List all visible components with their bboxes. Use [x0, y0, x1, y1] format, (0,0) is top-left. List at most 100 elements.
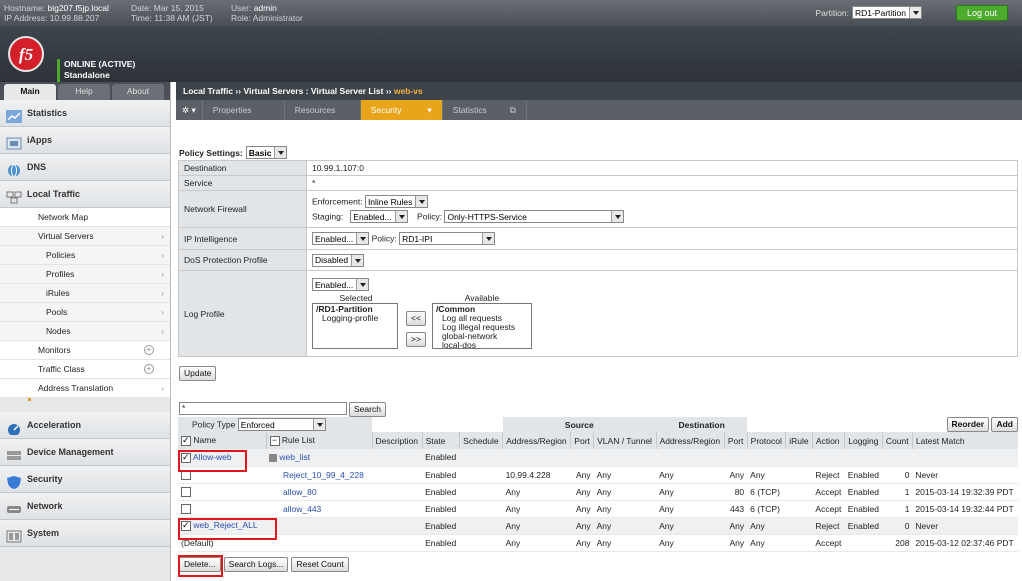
rules-body: Allow-web web_listEnabled Reject_10_99_4…	[178, 449, 1018, 552]
ipi-policy-value: RD1-IPI	[402, 233, 433, 244]
ipi-policy-select[interactable]: RD1-IPI	[399, 232, 496, 245]
sidebar-item-acceleration[interactable]: Acceleration	[0, 412, 170, 439]
table-row[interactable]: allow_80 Enabled Any Any Any Any 80 6 (TCP) Acce…	[178, 483, 1018, 501]
shield-icon	[6, 473, 22, 489]
col-rule-list[interactable]: − Rule List	[266, 432, 373, 449]
list-item[interactable]: Logging-profile	[316, 314, 394, 323]
sidebar-item-pools[interactable]: Pools ›	[0, 303, 170, 322]
col-dst-address[interactable]: Address/Region	[656, 432, 725, 449]
row-checkbox[interactable]	[181, 503, 191, 514]
sidebar-item-virtual-servers[interactable]: Virtual Servers ›	[0, 227, 170, 246]
update-button[interactable]: Update	[179, 366, 217, 381]
col-state[interactable]: State	[422, 432, 461, 449]
list-item[interactable]: local-dos	[436, 341, 528, 350]
col-src-port[interactable]: Port	[570, 432, 595, 449]
policy-settings-label: Policy Settings:	[179, 147, 243, 158]
table-row[interactable]: web_Reject_ALLEnabledAnyAnyAnyAnyAnyAnyR…	[178, 517, 1018, 535]
sidebar-item-address-translation[interactable]: Address Translation ›	[0, 379, 170, 398]
sidebar-item-network[interactable]: Network	[0, 493, 170, 520]
partition-value: RD1-Partition	[854, 7, 906, 18]
logout-button[interactable]: Log out	[956, 5, 1008, 21]
sidebar-item-device-management[interactable]: Device Management	[0, 439, 170, 466]
selected-listbox[interactable]: /RD1-Partition Logging-profile	[312, 303, 398, 349]
tab-security[interactable]: Security ▾	[360, 100, 443, 120]
col-dst-port[interactable]: Port	[724, 432, 748, 449]
tab-resources[interactable]: Resources	[285, 100, 361, 120]
search-input[interactable]: *	[179, 402, 347, 415]
table-row[interactable]: (Default) Enabled Any Any Any Any Any Any Accept…	[178, 534, 1018, 552]
reset-count-button[interactable]: Reset Count	[291, 557, 349, 572]
col-irule[interactable]: iRule	[785, 432, 813, 449]
plus-icon[interactable]: +	[144, 364, 154, 374]
sidebar-item-profiles[interactable]: Profiles ›	[0, 265, 170, 284]
cell-dst-address: Any	[656, 517, 725, 535]
col-logging[interactable]: Logging	[844, 432, 883, 449]
rule-list-link[interactable]: allow_80	[269, 487, 317, 497]
col-vlan[interactable]: VLAN / Tunnel	[593, 432, 657, 449]
cell-protocol: Any	[747, 534, 786, 552]
table-row[interactable]: allow_443 Enabled Any Any Any Any 443 6 (TCP) Ac…	[178, 500, 1018, 518]
col-count[interactable]: Count	[882, 432, 913, 449]
move-left-button[interactable]: <<	[406, 311, 426, 326]
move-buttons: << >>	[406, 293, 426, 347]
plus-icon[interactable]: +	[144, 345, 154, 355]
col-src-address[interactable]: Address/Region	[502, 432, 572, 449]
sidebar-item-security[interactable]: Security	[0, 466, 170, 493]
move-right-button[interactable]: >>	[406, 332, 426, 347]
rule-list-link[interactable]: web_list	[279, 452, 310, 462]
firewall-policy-select[interactable]: Only-HTTPS-Service	[444, 210, 625, 223]
sidebar-item-system[interactable]: System	[0, 520, 170, 547]
partition-select[interactable]: RD1-Partition	[851, 6, 922, 19]
reorder-button[interactable]: Reorder	[946, 417, 990, 432]
sidebar-item-irules[interactable]: iRules ›	[0, 284, 170, 303]
table-row[interactable]: Reject_10_99_4_228 Enabled 10.99.4.228 Any A…	[178, 466, 1018, 484]
log-state-select[interactable]: Enabled...	[312, 278, 370, 291]
ipi-state-select[interactable]: Enabled...	[312, 232, 370, 245]
collapse-icon[interactable]	[269, 454, 277, 462]
sidebar-item-dns[interactable]: DNS	[0, 154, 170, 181]
tab-properties[interactable]: Properties	[203, 100, 285, 120]
sidebar-item-local-traffic[interactable]: Local Traffic	[0, 181, 170, 208]
rule-list-link[interactable]: Reject_10_99_4_228	[269, 470, 364, 480]
policy-settings-select[interactable]: Basic	[245, 146, 288, 159]
col-action[interactable]: Action	[812, 432, 846, 449]
select-all-checkbox[interactable]	[181, 435, 191, 446]
staging-select[interactable]: Enabled...	[350, 210, 408, 223]
rule-list-link[interactable]: allow_443	[269, 504, 321, 514]
cell-protocol-value: Any	[750, 469, 765, 480]
sidebar-item-policies[interactable]: Policies ›	[0, 246, 170, 265]
tab-main[interactable]: Main	[4, 84, 56, 100]
col-schedule[interactable]: Schedule	[459, 432, 504, 449]
sidebar-item-statistics[interactable]: Statistics	[0, 100, 170, 127]
sidebar-item-nodes[interactable]: Nodes ›	[0, 322, 170, 341]
col-name[interactable]: Name	[178, 432, 267, 449]
row-checkbox[interactable]	[181, 486, 191, 497]
dos-select[interactable]: Disabled	[312, 253, 365, 267]
cell-src-port: Any	[570, 517, 594, 535]
date: Mar 15, 2015	[153, 3, 204, 13]
sidebar-item-monitors[interactable]: Monitors +	[0, 341, 170, 360]
device-icon	[6, 446, 22, 460]
tab-about[interactable]: About	[112, 84, 164, 100]
available-listbox[interactable]: /Common Log all requests Log illegal req…	[431, 303, 532, 350]
cell-protocol: Any	[747, 466, 786, 484]
col-protocol[interactable]: Protocol	[747, 432, 787, 449]
tab-statistics[interactable]: Statistics ⧉	[443, 100, 527, 120]
sidebar-item-iapps[interactable]: iApps	[0, 127, 170, 154]
sidebar-item-traffic-class[interactable]: Traffic Class +	[0, 360, 170, 379]
sidebar-item-network-map[interactable]: Network Map	[0, 208, 170, 227]
tab-help[interactable]: Help	[58, 84, 110, 100]
search-button[interactable]: Search	[349, 402, 386, 417]
policy-type-select[interactable]: Enforced	[237, 418, 326, 431]
col-latest-match[interactable]: Latest Match	[912, 432, 1018, 449]
cell-name	[178, 483, 266, 501]
breadcrumb-current[interactable]: web-vs	[394, 86, 423, 96]
add-button[interactable]: Add	[991, 417, 1018, 432]
search-logs-button[interactable]: Search Logs...	[223, 557, 289, 572]
col-description[interactable]: Description	[372, 432, 423, 449]
collapse-icon[interactable]: −	[269, 436, 280, 446]
table-row[interactable]: Allow-web web_listEnabled	[178, 449, 1018, 467]
cell-dst-address: Any	[656, 534, 725, 552]
gear-menu-icon[interactable]: ✲ ▾	[176, 100, 203, 120]
enforcement-select[interactable]: Inline Rules	[364, 195, 429, 208]
